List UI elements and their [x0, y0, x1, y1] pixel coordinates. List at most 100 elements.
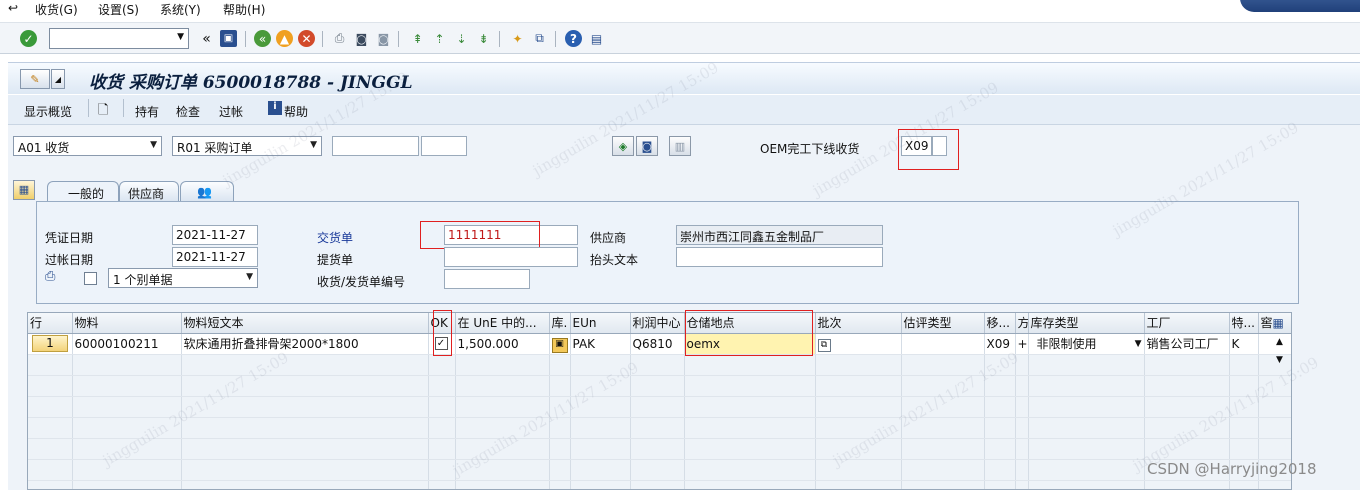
col-short-text[interactable]: 物料短文本: [181, 313, 429, 334]
transaction-select[interactable]: A01 收货 ▼: [13, 136, 162, 156]
highlight-box: [420, 221, 540, 249]
col-quantity[interactable]: 在 UnE 中的...: [455, 313, 550, 334]
chevron-down-icon[interactable]: ▼: [1135, 339, 1142, 349]
print-icon[interactable]: ⎙: [45, 269, 55, 284]
chevron-down-icon[interactable]: ▼: [177, 32, 184, 42]
plant-cell[interactable]: 销售公司工厂: [1144, 333, 1230, 355]
first-page-icon[interactable]: ⇞: [409, 30, 426, 47]
check-icon[interactable]: ✓: [20, 30, 37, 47]
help-button[interactable]: 帮助: [284, 103, 308, 120]
execute-icon[interactable]: ◈: [612, 136, 634, 156]
col-direction[interactable]: 方: [1015, 313, 1029, 334]
scroll-down-icon[interactable]: ▼: [1276, 355, 1283, 365]
col-stock-type[interactable]: 库存类型: [1028, 313, 1145, 334]
find-next-icon[interactable]: ◙: [375, 30, 392, 47]
new-document-icon[interactable]: 🗋: [98, 101, 108, 123]
item-table: 行 物料 物料短文本 OK 在 UnE 中的... 库. EUn 利润中心 仓储…: [27, 312, 1292, 490]
highlight-box: [433, 310, 452, 356]
bill-of-lading-field[interactable]: [444, 247, 578, 267]
material-cell[interactable]: 60000100211: [72, 333, 182, 355]
document-date-field[interactable]: 2021-11-27: [172, 225, 258, 245]
shortcut-icon[interactable]: ⧉: [531, 30, 548, 47]
col-batch[interactable]: 批次: [815, 313, 902, 334]
tab-vendor-label: 供应商: [128, 187, 165, 201]
posting-date-field[interactable]: 2021-11-27: [172, 247, 258, 267]
post-button[interactable]: 过帐: [219, 103, 243, 120]
col-movement[interactable]: 移...: [984, 313, 1016, 334]
col-eun[interactable]: EUn: [570, 313, 631, 334]
row-line-button[interactable]: 1: [32, 335, 68, 352]
command-field[interactable]: ▼: [49, 28, 189, 49]
table-row: [28, 480, 1291, 489]
reference-doc-input[interactable]: [332, 136, 419, 156]
tab-list-icon[interactable]: ▦: [13, 180, 35, 200]
show-overview-button[interactable]: 显示概览: [24, 103, 72, 120]
col-plant[interactable]: 工厂: [1144, 313, 1230, 334]
batch-help-icon[interactable]: ⧉: [817, 338, 831, 352]
header-text-field[interactable]: [676, 247, 883, 267]
profit-center-cell[interactable]: Q6810: [630, 333, 685, 355]
info-icon[interactable]: i: [268, 101, 282, 115]
direction-cell[interactable]: +: [1015, 333, 1029, 355]
detail-icon[interactable]: ▥: [669, 136, 691, 156]
col-valuation-type[interactable]: 估评类型: [901, 313, 985, 334]
col-special[interactable]: 特...: [1229, 313, 1259, 334]
col-line[interactable]: 行: [28, 313, 73, 334]
movement-type-field[interactable]: X09: [901, 136, 932, 156]
screen-menu-icon[interactable]: ✎: [20, 69, 50, 89]
help-icon[interactable]: ?: [565, 30, 582, 47]
stock-overview-icon[interactable]: ▣: [551, 337, 568, 353]
print-icon[interactable]: ⎙: [331, 30, 348, 47]
check-button[interactable]: 检查: [176, 103, 200, 120]
caret-icon[interactable]: ◢: [51, 69, 65, 89]
slip-option-select[interactable]: 1 个别单据 ▼: [108, 268, 258, 288]
last-page-icon[interactable]: ⇟: [475, 30, 492, 47]
transaction-value: A01 收货: [18, 141, 70, 155]
column-settings-icon[interactable]: ▦: [1273, 316, 1284, 330]
quantity-cell[interactable]: 1,500.000: [455, 333, 550, 355]
movement-cell[interactable]: X09: [984, 333, 1016, 355]
next-page-icon[interactable]: ⇣: [453, 30, 470, 47]
stock-cell[interactable]: ▣: [549, 333, 571, 355]
menu-receipt[interactable]: 收货(G): [35, 1, 78, 18]
find-icon[interactable]: ◙: [353, 30, 370, 47]
col-stock[interactable]: 库.: [549, 313, 571, 334]
hold-button[interactable]: 持有: [135, 103, 159, 120]
prev-page-icon[interactable]: ⇡: [431, 30, 448, 47]
batch-cell[interactable]: ⧉: [815, 333, 902, 355]
menu-system[interactable]: 系统(Y): [160, 1, 201, 18]
customize-icon[interactable]: ▤: [588, 30, 605, 47]
back-icon[interactable]: «: [254, 30, 271, 47]
exit-menu-icon[interactable]: ↩: [8, 1, 18, 15]
valuation-type-cell[interactable]: [901, 333, 985, 355]
gr-slip-field[interactable]: [444, 269, 530, 289]
save-icon[interactable]: ▣: [220, 30, 237, 47]
find-icon[interactable]: ◙: [636, 136, 658, 156]
eun-cell[interactable]: PAK: [570, 333, 631, 355]
back-double-icon[interactable]: «: [198, 30, 215, 47]
special-cell[interactable]: K: [1229, 333, 1259, 355]
reference-select[interactable]: R01 采购订单 ▼: [172, 136, 322, 156]
menu-settings[interactable]: 设置(S): [98, 1, 139, 18]
cancel-icon[interactable]: ✕: [298, 30, 315, 47]
delivery-note-label: 交货单: [317, 231, 354, 245]
separator: [398, 31, 399, 47]
new-session-icon[interactable]: ✦: [509, 30, 526, 47]
tab-partner[interactable]: 👥: [180, 181, 234, 201]
reference-item-input[interactable]: [421, 136, 467, 156]
print-checkbox[interactable]: [84, 272, 97, 285]
tab-vendor[interactable]: 供应商: [119, 181, 179, 201]
menu-help[interactable]: 帮助(H): [223, 1, 265, 18]
document-date-label: 凭证日期: [45, 231, 94, 245]
scroll-cell: [1258, 333, 1291, 355]
col-profit-center[interactable]: 利润中心: [630, 313, 685, 334]
col-material[interactable]: 物料: [72, 313, 182, 334]
col-extra[interactable]: 窖▦: [1258, 313, 1291, 334]
movement-type-help[interactable]: [932, 136, 947, 156]
short-text-cell[interactable]: 软床通用折叠排骨架2000*1800: [181, 333, 429, 355]
stock-type-cell[interactable]: 非限制使用 ▼: [1028, 333, 1145, 355]
tab-general[interactable]: 一般的: [47, 181, 119, 201]
scroll-up-icon[interactable]: ▲: [1276, 337, 1283, 347]
exit-icon[interactable]: ▲: [276, 30, 293, 47]
row-line-cell[interactable]: 1: [28, 333, 73, 355]
